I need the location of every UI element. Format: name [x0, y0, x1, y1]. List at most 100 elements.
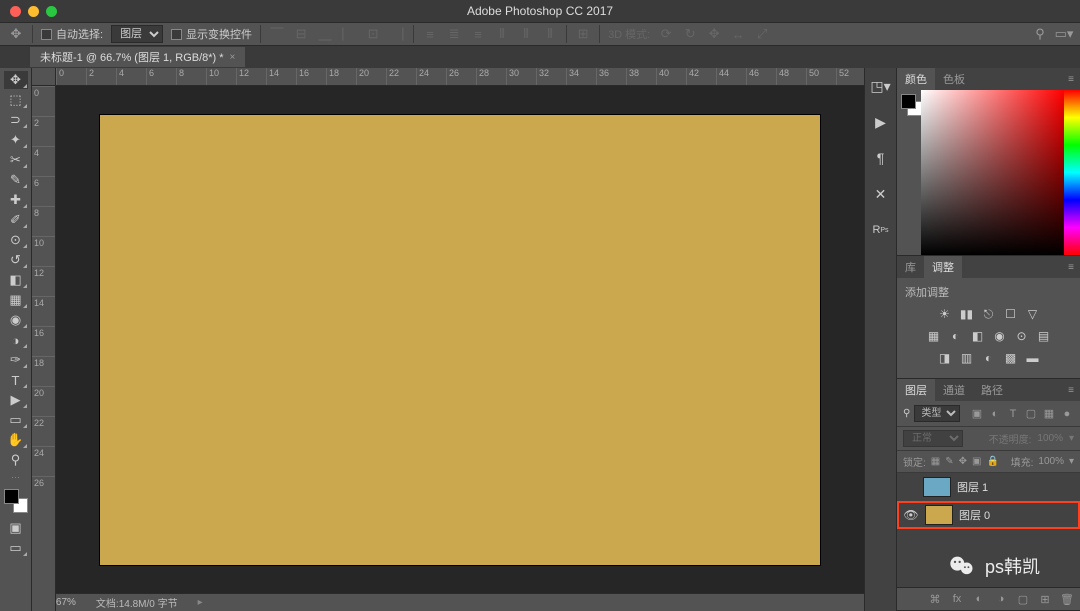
adj-gradient-map-icon[interactable]: ▬	[1025, 350, 1041, 366]
panel-menu-icon[interactable]: ≡	[1062, 74, 1080, 85]
slide-3d-icon[interactable]: ↔	[730, 26, 746, 42]
auto-align-icon[interactable]: ⊞	[575, 26, 591, 42]
distribute-bottom-icon[interactable]: ≡	[470, 26, 486, 42]
orbit-3d-icon[interactable]: ⟳	[658, 26, 674, 42]
pan-3d-icon[interactable]: ✥	[706, 26, 722, 42]
adj-curves-icon[interactable]: ⎋	[981, 306, 997, 322]
tab-adjustments[interactable]: 调整	[924, 256, 962, 278]
tool-shape[interactable]: ▭	[4, 411, 28, 429]
history-panel-icon[interactable]: ◳▾	[871, 76, 891, 96]
tab-swatches[interactable]: 色板	[935, 68, 973, 90]
layer-row[interactable]: 👁 图层 0	[897, 501, 1080, 529]
workspace-switcher-icon[interactable]: ▭▾	[1056, 26, 1072, 42]
maximize-window-button[interactable]	[46, 6, 57, 17]
toolbar-more[interactable]: ⋯	[4, 471, 28, 483]
adj-bw-icon[interactable]: ◧	[970, 328, 986, 344]
tool-path-select[interactable]: ▶	[4, 391, 28, 409]
color-field[interactable]	[921, 90, 1064, 255]
close-window-button[interactable]	[10, 6, 21, 17]
tool-type[interactable]: T	[4, 371, 28, 389]
lock-artboard-icon[interactable]: ▣	[972, 456, 981, 467]
layer-thumbnail[interactable]	[925, 505, 953, 525]
character-panel-icon[interactable]: ¶	[871, 148, 891, 168]
tool-clone[interactable]: ⊙	[4, 231, 28, 249]
adj-photo-filter-icon[interactable]: ◉	[992, 328, 1008, 344]
minimize-window-button[interactable]	[28, 6, 39, 17]
auto-select-checkbox[interactable]: 自动选择:	[41, 26, 103, 42]
filter-image-icon[interactable]: ▣	[970, 407, 984, 421]
align-hcenter-icon[interactable]: ⊡	[365, 26, 381, 42]
layer-filter-dropdown[interactable]: 类型	[914, 405, 960, 422]
filter-search-icon[interactable]: ⚲	[903, 408, 910, 419]
color-swatch[interactable]	[4, 489, 28, 513]
tab-layers[interactable]: 图层	[897, 379, 935, 401]
lock-image-icon[interactable]: ✎	[945, 456, 953, 467]
document-tab[interactable]: 未标题-1 @ 66.7% (图层 1, RGB/8*) * ×	[30, 47, 245, 67]
lock-transparency-icon[interactable]: ▦	[931, 456, 940, 467]
document-info[interactable]: 文档:14.8M/0 字节	[96, 595, 178, 610]
dropdown-icon[interactable]: ▾	[1069, 456, 1074, 467]
auto-select-dropdown[interactable]: 图层	[111, 25, 163, 43]
actions-panel-icon[interactable]: ▶	[871, 112, 891, 132]
filter-smart-icon[interactable]: ▦	[1042, 407, 1056, 421]
distribute-vcenter-icon[interactable]: ≣	[446, 26, 462, 42]
tab-libraries[interactable]: 库	[897, 256, 924, 278]
close-panel-icon[interactable]: ✕	[871, 184, 891, 204]
tool-brush[interactable]: ✐	[4, 211, 28, 229]
distribute-hcenter-icon[interactable]: ⦀	[518, 26, 534, 42]
paragraph-panel-icon[interactable]: RPs	[871, 220, 891, 240]
tool-move[interactable]: ✥	[4, 71, 28, 89]
lock-all-icon[interactable]: 🔒	[986, 456, 998, 467]
adj-posterize-icon[interactable]: ▥	[959, 350, 975, 366]
panel-menu-icon[interactable]: ≡	[1062, 262, 1080, 273]
zoom-3d-icon[interactable]: ⤢	[754, 26, 770, 42]
layer-thumbnail[interactable]	[923, 477, 951, 497]
adj-threshold-icon[interactable]: ◐	[981, 350, 997, 366]
horizontal-ruler[interactable]: 0246810121416182022242628303234363840424…	[56, 68, 864, 86]
layer-name[interactable]: 图层 0	[959, 507, 990, 523]
distribute-right-icon[interactable]: ⦀	[542, 26, 558, 42]
new-layer-icon[interactable]: ⊞	[1038, 592, 1052, 606]
filter-shape-icon[interactable]: ▢	[1024, 407, 1038, 421]
adj-selective-icon[interactable]: ▩	[1003, 350, 1019, 366]
hue-slider[interactable]	[1064, 90, 1080, 255]
adj-vibrance-icon[interactable]: ▽	[1025, 306, 1041, 322]
tool-eraser[interactable]: ◧	[4, 271, 28, 289]
screen-mode-button[interactable]: ▭	[4, 539, 28, 557]
tool-zoom[interactable]: ⚲	[4, 451, 28, 469]
tool-healing[interactable]: ✚	[4, 191, 28, 209]
tab-paths[interactable]: 路径	[973, 379, 1011, 401]
foreground-swatch[interactable]	[901, 94, 916, 109]
vertical-ruler[interactable]: 02468101214161820222426	[32, 86, 56, 611]
align-bottom-icon[interactable]: ⎽	[317, 26, 333, 42]
new-group-icon[interactable]: ▢	[1016, 592, 1030, 606]
layer-style-icon[interactable]: fx	[950, 592, 964, 606]
visibility-icon[interactable]: 👁	[903, 508, 919, 522]
lock-position-icon[interactable]: ✥	[959, 456, 967, 467]
tab-color[interactable]: 颜色	[897, 68, 935, 90]
align-right-icon[interactable]: ⎹	[389, 26, 405, 42]
delete-layer-icon[interactable]: 🗑	[1060, 592, 1074, 606]
tool-eyedropper[interactable]: ✎	[4, 171, 28, 189]
layer-name[interactable]: 图层 1	[957, 479, 988, 495]
panel-menu-icon[interactable]: ≡	[1062, 385, 1080, 396]
tool-lasso[interactable]: ⊃	[4, 111, 28, 129]
tool-dodge[interactable]: ◑	[4, 331, 28, 349]
adj-balance-icon[interactable]: ◐	[948, 328, 964, 344]
adj-levels-icon[interactable]: ▮▮	[959, 306, 975, 322]
layer-row[interactable]: 图层 1	[897, 473, 1080, 501]
opacity-value[interactable]: 100%	[1037, 433, 1063, 444]
canvas[interactable]	[100, 115, 820, 565]
move-tool-icon[interactable]: ✥	[8, 26, 24, 42]
tool-history-brush[interactable]: ↺	[4, 251, 28, 269]
adj-brightness-icon[interactable]: ☀	[937, 306, 953, 322]
show-transform-checkbox[interactable]: 显示变换控件	[171, 26, 252, 42]
tool-crop[interactable]: ✂	[4, 151, 28, 169]
tool-blur[interactable]: ◉	[4, 311, 28, 329]
close-tab-icon[interactable]: ×	[230, 52, 236, 63]
info-arrow-icon[interactable]: ▸	[198, 597, 203, 608]
adj-channel-mixer-icon[interactable]: ⊙	[1014, 328, 1030, 344]
align-vcenter-icon[interactable]: ⊟	[293, 26, 309, 42]
fill-value[interactable]: 100%	[1038, 456, 1064, 467]
tool-pen[interactable]: ✑	[4, 351, 28, 369]
